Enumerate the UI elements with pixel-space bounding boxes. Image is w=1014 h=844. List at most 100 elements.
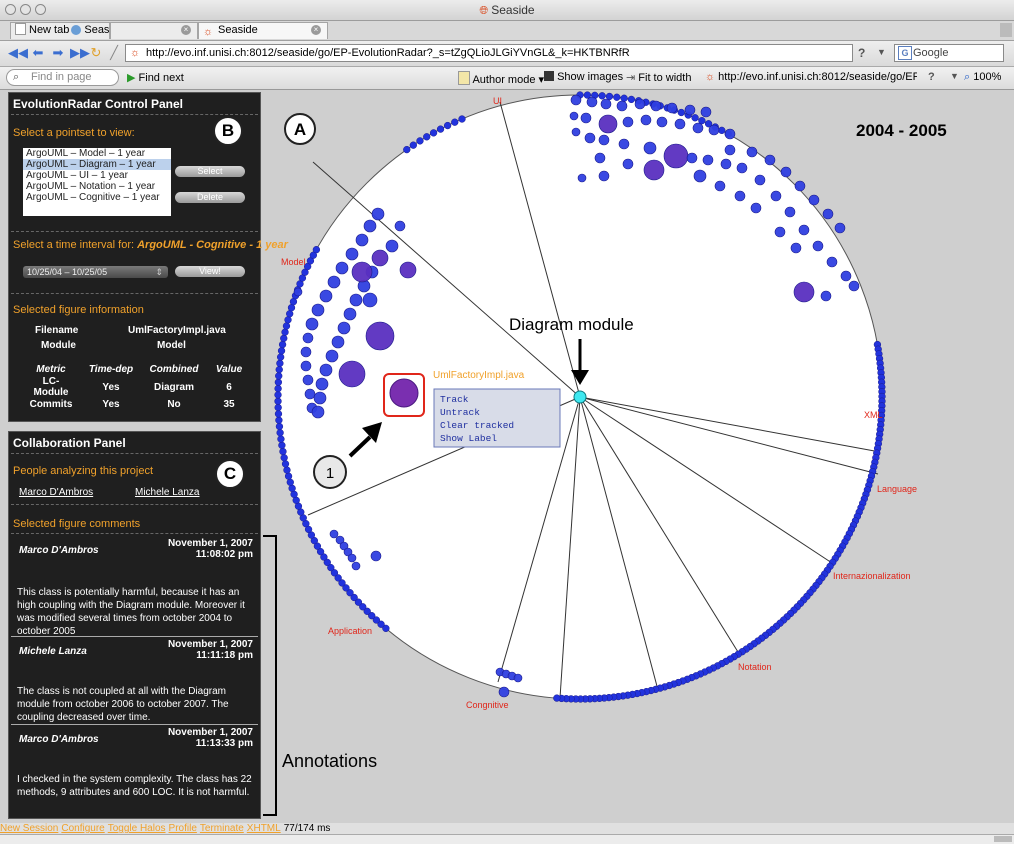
rim-dot (627, 95, 636, 104)
tab-seaside-2[interactable]: ☼ Seaside × (198, 22, 328, 39)
annotation-a: A (294, 120, 306, 139)
file-dot (577, 173, 587, 183)
table-row: Commits Yes No 35 (21, 398, 251, 411)
zoom-icon: ⌕ (964, 71, 971, 83)
close-tab-icon[interactable]: × (181, 25, 191, 35)
tab-new[interactable]: New tabSeaside (10, 22, 110, 39)
file-dot (734, 190, 746, 202)
help-icon[interactable]: ? (928, 71, 935, 83)
back-icon[interactable]: ⬅ (30, 46, 46, 60)
navigation-toolbar: ◀◀ ⬅ ➡ ▶▶ ↻ ╱ ☼ http://evo.inf.unisi.ch:8… (0, 41, 1014, 67)
google-icon: G (898, 46, 912, 60)
divider (11, 636, 258, 637)
table-cell: No (167, 399, 181, 410)
file-dot (598, 170, 610, 182)
scroll-arrows-icon[interactable] (994, 836, 1012, 842)
find-in-page-input[interactable]: ⌕ Find in page (6, 69, 119, 86)
rim-dot (277, 353, 285, 361)
file-dot (349, 293, 363, 307)
author-mode-button[interactable]: Author mode ▾ (458, 71, 544, 86)
wand-icon[interactable]: ╱ (106, 46, 122, 60)
page-icon (15, 23, 26, 35)
rim-dot (598, 92, 606, 100)
file-dot (351, 561, 361, 571)
file-dot (319, 363, 333, 377)
diagram-module-label: Diagram module (509, 315, 634, 334)
file-dot (371, 249, 389, 267)
xhtml-link[interactable]: XHTML (247, 823, 281, 834)
file-dot (363, 219, 377, 233)
rim-dot (458, 115, 466, 123)
seaside-icon (71, 25, 82, 35)
secondary-url[interactable]: ☼ http://evo.inf.unisi.ch:8012/seaside/g… (705, 71, 917, 83)
document-icon (458, 71, 470, 85)
module-label: Model (281, 257, 306, 267)
list-item[interactable]: ArgoUML – Model – 1 year (23, 148, 171, 159)
terminate-link[interactable]: Terminate (200, 823, 244, 834)
comment-text: The class is not coupled at all with the… (17, 686, 229, 723)
rim-dot (275, 372, 283, 380)
pointset-list[interactable]: ArgoUML – Model – 1 year ArgoUML – Diagr… (23, 148, 171, 216)
zoom-control[interactable]: ⌕ 100% (964, 71, 1001, 84)
file-dot (345, 247, 359, 261)
fit-to-width-button[interactable]: ⇥ Fit to width (626, 71, 691, 84)
control-panel-title: EvolutionRadar Control Panel (13, 97, 184, 111)
toggle-halos-link[interactable]: Toggle Halos (108, 823, 166, 834)
new-session-link[interactable]: New Session (0, 823, 58, 834)
rim-dot (279, 447, 287, 456)
fast-forward-icon[interactable]: ▶▶ (70, 46, 90, 60)
list-item-selected[interactable]: ArgoUML – Diagram – 1 year (23, 159, 171, 170)
file-dot (315, 377, 329, 391)
dropdown-arrow-icon[interactable]: ▼ (950, 71, 959, 81)
context-menu: Track Untrack Clear tracked Show Label (433, 388, 561, 448)
person-link[interactable]: Marco D'Ambros (19, 487, 93, 498)
module-label: Congnitive (466, 700, 509, 710)
comment-author: Michele Lanza (19, 646, 87, 657)
forward-icon[interactable]: ➡ (50, 46, 66, 60)
rim-dot (290, 490, 298, 498)
find-toolbar: ⌕ Find in page ▶ Find next Author mode ▾… (0, 67, 1014, 90)
module-label: UI (493, 96, 502, 106)
file-dot (337, 321, 351, 335)
interval-select[interactable]: 10/25/04 – 10/25/05 ⇕ (23, 266, 168, 278)
file-dot (362, 292, 378, 308)
file-dot (674, 118, 686, 130)
rim-dot (276, 429, 284, 437)
people-heading: People analyzing this project (13, 465, 154, 477)
select-button[interactable]: Select (175, 166, 245, 177)
dropdown-arrow-icon[interactable]: ▼ (877, 47, 886, 57)
magnifier-icon: ⌕ (13, 71, 20, 83)
tabs-overflow-icon[interactable] (1000, 23, 1012, 37)
delete-button[interactable]: Delete (175, 192, 245, 203)
search-field[interactable]: G Google (894, 44, 1004, 62)
show-images-button[interactable]: Show images (544, 71, 623, 83)
rim-dot (691, 114, 699, 122)
help-icon[interactable]: ? (858, 46, 865, 60)
list-item[interactable]: ArgoUML – Notation – 1 year (23, 181, 171, 192)
configure-link[interactable]: Configure (61, 823, 104, 834)
evolution-radar[interactable]: UI Model XML Language Internazionalization No… (262, 90, 1014, 823)
profile-link[interactable]: Profile (169, 823, 197, 834)
address-bar[interactable]: ☼ http://evo.inf.unisi.ch:8012/seaside/go… (125, 44, 853, 62)
tab-seaside-1[interactable]: × (110, 22, 198, 39)
file-dot (385, 239, 399, 253)
find-next-button[interactable]: ▶ Find next (127, 71, 184, 84)
view-button[interactable]: View! (175, 266, 245, 277)
file-dot (351, 261, 373, 283)
list-item[interactable]: ArgoUML – UI – 1 year (23, 170, 171, 181)
rim-dot (280, 454, 288, 462)
rewind-icon[interactable]: ◀◀ (8, 46, 28, 60)
table-header: Value (215, 364, 243, 375)
play-icon: ▶ (127, 72, 136, 84)
site-favicon-icon: ☼ (705, 71, 716, 83)
reload-icon[interactable]: ↻ (88, 46, 104, 60)
table-cell: 6 (226, 381, 232, 393)
annotation-1: 1 (326, 465, 334, 482)
file-dot (338, 360, 366, 388)
person-link[interactable]: Michele Lanza (135, 487, 199, 498)
list-item[interactable]: ArgoUML – Cognitive – 1 year (23, 192, 171, 203)
annotations-label: Annotations (282, 751, 377, 771)
close-tab-icon[interactable]: × (311, 25, 321, 35)
rim-dot (284, 472, 293, 480)
metrics-table: Metric Time-dep Combined Value LC-Module… (21, 363, 251, 411)
